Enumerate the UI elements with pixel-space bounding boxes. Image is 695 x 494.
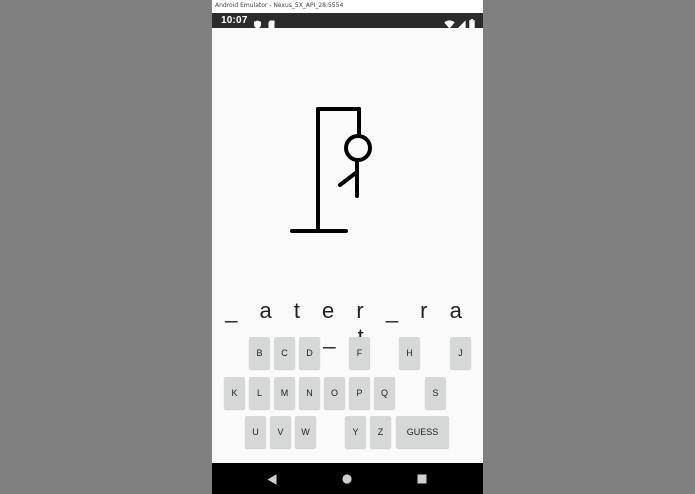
emulator-title: Android Emulator - Nexus_5X_API_28:5554 (215, 2, 344, 9)
battery-icon (469, 16, 475, 29)
word-display: _ a t e r _ r a _ t (225, 298, 470, 349)
recents-icon[interactable] (415, 472, 429, 486)
key-z[interactable]: Z (370, 416, 391, 448)
key-p[interactable]: P (349, 377, 370, 409)
status-bar: 10:07 (212, 13, 483, 29)
hangman-head (344, 134, 372, 162)
key-h[interactable]: H (399, 337, 420, 369)
guess-button[interactable]: GUESS (396, 416, 449, 448)
phone-screen: 10:07 _ a t e r _ r a _ t B C D F H J K … (212, 13, 483, 494)
key-u[interactable]: U (245, 416, 266, 448)
key-m[interactable]: M (274, 377, 295, 409)
navigation-bar (212, 463, 483, 494)
key-o[interactable]: O (324, 377, 345, 409)
key-j[interactable]: J (450, 337, 471, 369)
key-q[interactable]: Q (374, 377, 395, 409)
key-s[interactable]: S (425, 377, 446, 409)
signal-icon (457, 16, 466, 29)
key-y[interactable]: Y (345, 416, 366, 448)
key-d[interactable]: D (299, 337, 320, 369)
key-c[interactable]: C (274, 337, 295, 369)
wifi-icon (444, 16, 455, 29)
key-v[interactable]: V (270, 416, 291, 448)
key-l[interactable]: L (249, 377, 270, 409)
key-f[interactable]: F (349, 337, 370, 369)
home-icon[interactable] (340, 472, 354, 486)
key-w[interactable]: W (295, 416, 316, 448)
key-k[interactable]: K (224, 377, 245, 409)
back-icon[interactable] (265, 472, 279, 486)
hangman-drawing (290, 107, 372, 233)
key-n[interactable]: N (299, 377, 320, 409)
sd-card-icon (267, 16, 276, 29)
status-time: 10:07 (221, 15, 248, 26)
key-b[interactable]: B (249, 337, 270, 369)
hangman-left-arm (338, 170, 359, 187)
emulator-title-bar: Android Emulator - Nexus_5X_API_28:5554 (212, 0, 483, 13)
shield-icon (253, 16, 262, 29)
